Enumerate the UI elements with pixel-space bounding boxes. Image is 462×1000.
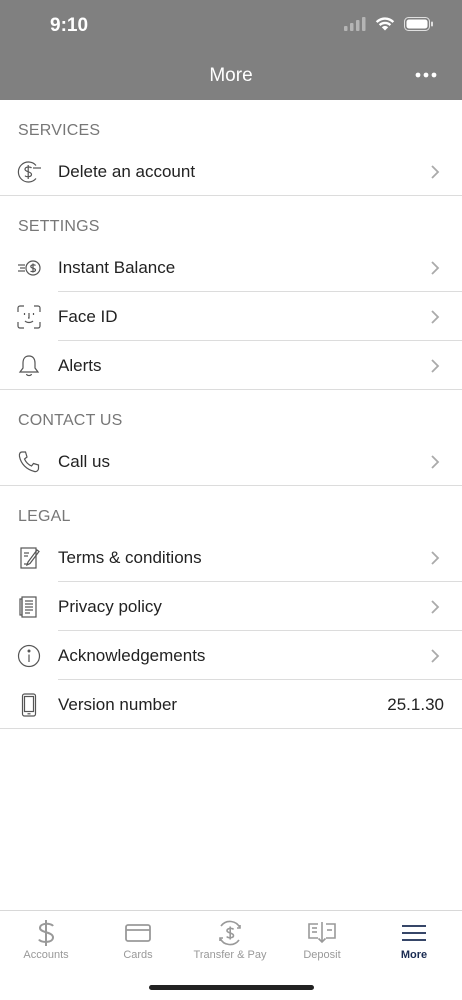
phone-icon — [16, 449, 42, 475]
version-value: 25.1.30 — [387, 694, 444, 714]
card-icon — [92, 917, 184, 949]
face-id-icon — [16, 304, 42, 330]
section-header-settings: SETTINGS — [18, 218, 100, 235]
divider — [0, 389, 462, 390]
row-terms[interactable]: Terms & conditions — [0, 533, 462, 582]
tab-label: Deposit — [303, 949, 341, 961]
app-header: 9:10 More — [0, 0, 462, 100]
tab-more[interactable]: More — [368, 911, 460, 971]
dollar-sign-icon — [0, 917, 92, 949]
home-indicator — [149, 985, 314, 990]
section-header-services: SERVICES — [18, 122, 101, 139]
chevron-right-icon — [431, 310, 440, 324]
wifi-icon — [375, 17, 395, 31]
row-version-number: Version number 25.1.30 — [0, 680, 462, 729]
bell-icon — [16, 353, 42, 379]
ellipsis-icon — [415, 72, 437, 78]
tab-label: Accounts — [23, 949, 69, 961]
row-label: Face ID — [58, 306, 118, 326]
chevron-right-icon — [431, 261, 440, 275]
divider — [0, 485, 462, 486]
transfer-dollar-icon — [184, 917, 276, 949]
chevron-right-icon — [431, 165, 440, 179]
document-pen-icon — [16, 545, 42, 571]
tab-label: Transfer & Pay — [193, 949, 267, 961]
status-icons — [344, 16, 434, 31]
tab-deposit[interactable]: Deposit — [276, 911, 368, 971]
battery-icon — [404, 16, 433, 31]
row-privacy[interactable]: Privacy policy — [0, 582, 462, 631]
chevron-right-icon — [431, 649, 440, 663]
row-label: Privacy policy — [58, 596, 162, 616]
row-face-id[interactable]: Face ID — [0, 292, 462, 341]
dollar-circle-minus-icon — [16, 159, 42, 185]
row-instant-balance[interactable]: Instant Balance — [0, 243, 462, 292]
phone-device-icon — [16, 692, 42, 718]
check-deposit-icon — [276, 917, 368, 949]
divider — [0, 195, 462, 196]
more-options-button[interactable] — [414, 63, 438, 87]
cellular-signal-icon — [344, 16, 366, 31]
row-label: Alerts — [58, 355, 102, 375]
tab-accounts[interactable]: Accounts — [0, 911, 92, 971]
info-circle-icon — [16, 643, 42, 669]
status-time: 9:10 — [50, 15, 89, 36]
row-label: Delete an account — [58, 161, 196, 181]
chevron-right-icon — [431, 359, 440, 373]
section-header-legal: LEGAL — [18, 508, 71, 525]
hamburger-menu-icon — [368, 917, 460, 949]
document-lines-icon — [16, 594, 42, 620]
page-title: More — [209, 65, 253, 86]
tab-transfer-pay[interactable]: Transfer & Pay — [184, 911, 276, 971]
divider — [0, 728, 462, 729]
row-label: Version number — [58, 694, 178, 714]
row-delete-account[interactable]: Delete an account — [0, 147, 462, 196]
tab-label: More — [400, 949, 428, 961]
tab-cards[interactable]: Cards — [92, 911, 184, 971]
row-label: Instant Balance — [58, 257, 176, 277]
tab-label: Cards — [123, 949, 153, 961]
chevron-right-icon — [431, 551, 440, 565]
row-acknowledgements[interactable]: Acknowledgements — [0, 631, 462, 680]
row-alerts[interactable]: Alerts — [0, 341, 462, 390]
chevron-right-icon — [431, 600, 440, 614]
row-call-us[interactable]: Call us — [0, 437, 462, 486]
instant-balance-icon — [16, 255, 42, 281]
row-label: Acknowledgements — [58, 645, 206, 665]
chevron-right-icon — [431, 455, 440, 469]
row-label: Terms & conditions — [58, 547, 202, 567]
settings-list: SERVICES Delete an account SETTINGS Inst… — [0, 100, 462, 729]
section-header-contact: CONTACT US — [18, 412, 123, 429]
row-label: Call us — [58, 451, 110, 471]
